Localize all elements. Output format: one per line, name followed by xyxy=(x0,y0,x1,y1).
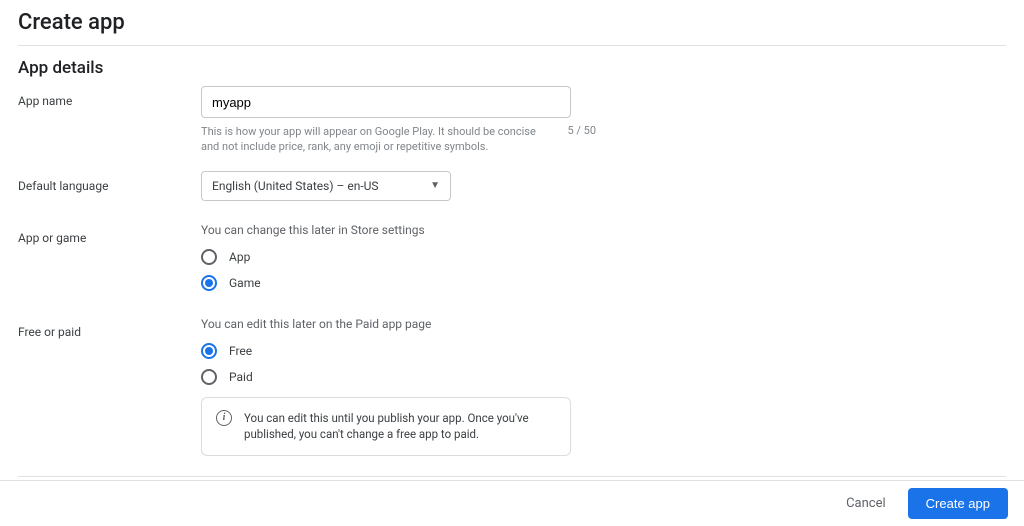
free-paid-info-text: You can edit this until you publish your… xyxy=(244,410,556,443)
radio-app-label: App xyxy=(229,250,250,264)
radio-free-label: Free xyxy=(229,344,252,358)
default-language-value: English (United States) – en-US xyxy=(212,179,379,193)
free-paid-info-box: i You can edit this until you publish yo… xyxy=(201,397,571,456)
radio-paid-label: Paid xyxy=(229,370,253,384)
radio-icon xyxy=(201,343,217,359)
cancel-button[interactable]: Cancel xyxy=(838,490,894,517)
page-title: Create app xyxy=(18,10,1006,35)
app-name-counter: 5 / 50 xyxy=(567,124,596,155)
divider xyxy=(18,476,1006,477)
radio-free[interactable]: Free xyxy=(201,343,1006,359)
radio-icon xyxy=(201,275,217,291)
free-or-paid-label: Free or paid xyxy=(18,317,201,339)
free-or-paid-hint: You can edit this later on the Paid app … xyxy=(201,317,1006,331)
radio-icon xyxy=(201,249,217,265)
default-language-select[interactable]: English (United States) – en-US ▼ xyxy=(201,171,451,201)
app-name-label: App name xyxy=(18,86,201,108)
footer-bar: Cancel Create app xyxy=(0,480,1024,526)
divider xyxy=(18,45,1006,46)
app-name-input[interactable] xyxy=(201,86,571,118)
app-name-help: This is how your app will appear on Goog… xyxy=(201,124,541,155)
chevron-down-icon: ▼ xyxy=(430,180,440,191)
info-icon: i xyxy=(216,410,232,426)
default-language-label: Default language xyxy=(18,171,201,193)
radio-game[interactable]: Game xyxy=(201,275,1006,291)
app-or-game-label: App or game xyxy=(18,223,201,245)
radio-game-label: Game xyxy=(229,276,261,290)
radio-paid[interactable]: Paid xyxy=(201,369,1006,385)
radio-icon xyxy=(201,369,217,385)
create-app-button[interactable]: Create app xyxy=(908,488,1008,519)
app-or-game-hint: You can change this later in Store setti… xyxy=(201,223,1006,237)
radio-app[interactable]: App xyxy=(201,249,1006,265)
app-details-heading: App details xyxy=(18,58,1006,78)
